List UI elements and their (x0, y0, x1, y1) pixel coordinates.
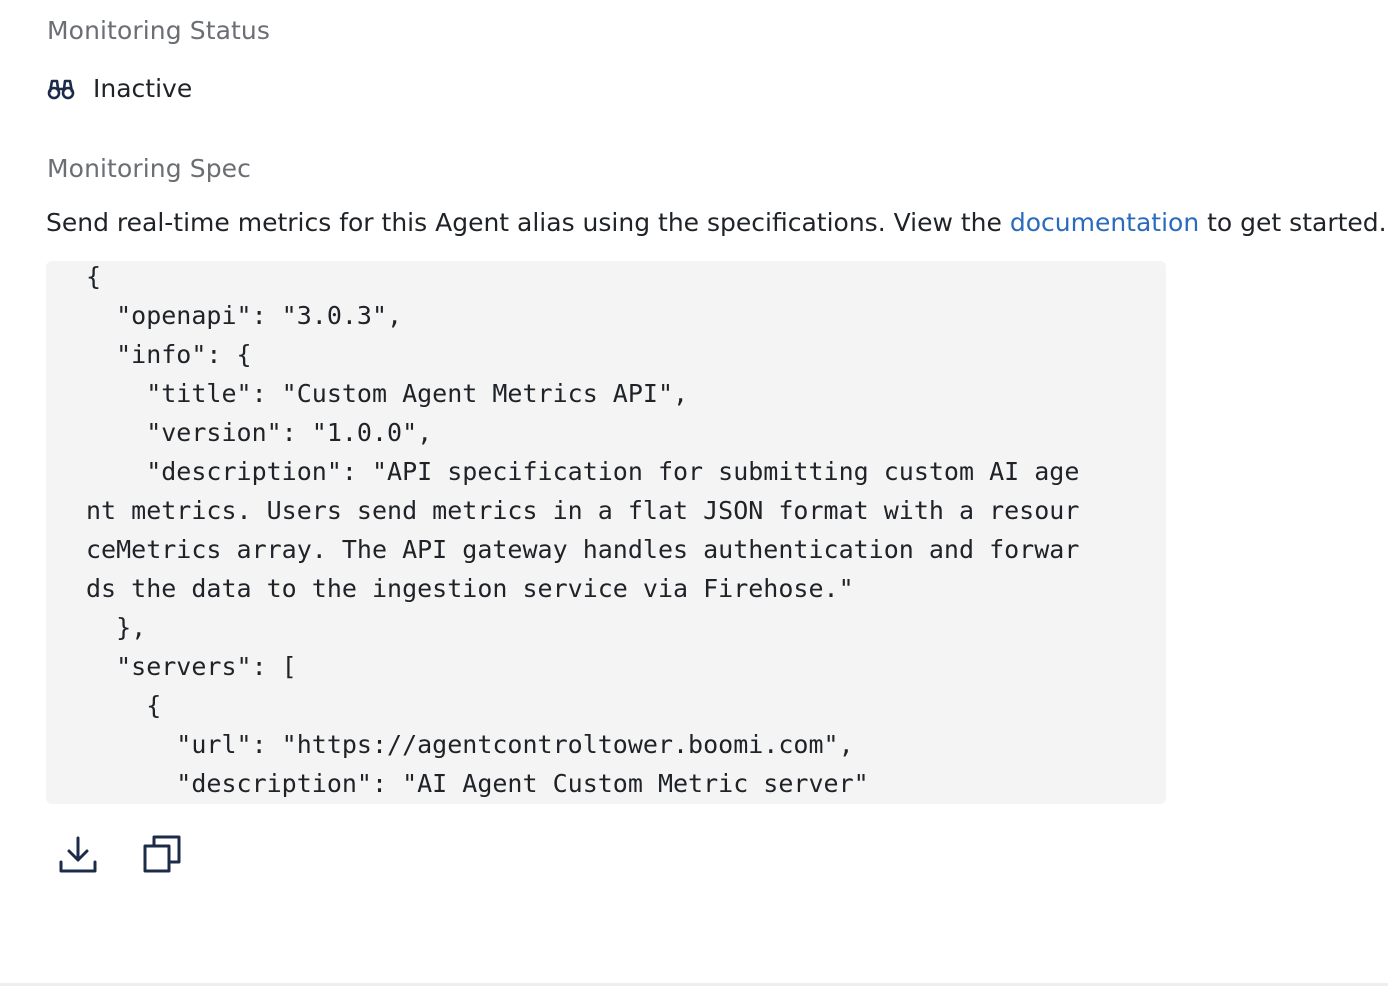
description-text-after: to get started. (1199, 208, 1387, 237)
code-line: "description": "API specification for su… (86, 457, 1080, 486)
description-text-before: Send real-time metrics for this Agent al… (46, 208, 1010, 237)
monitoring-status-row: Inactive (47, 74, 192, 103)
download-icon (58, 834, 98, 878)
monitoring-spec-label: Monitoring Spec (47, 154, 252, 183)
copy-icon (142, 834, 182, 878)
copy-button[interactable] (140, 834, 184, 878)
code-line: { (86, 691, 162, 720)
spec-code-text: { "openapi": "3.0.3", "info": { "title":… (86, 261, 1079, 803)
code-line: "openapi": "3.0.3", (86, 301, 403, 330)
spec-actions (56, 834, 184, 878)
code-line: "description": "AI Agent Custom Metric s… (86, 769, 869, 798)
code-line: { (86, 262, 102, 291)
code-line: "info": { (86, 340, 252, 369)
code-line: }, (86, 613, 147, 642)
code-line: ds the data to the ingestion service via… (86, 574, 854, 603)
code-line: "version": "1.0.0", (86, 418, 433, 447)
monitoring-status-label: Monitoring Status (47, 16, 271, 45)
download-button[interactable] (56, 834, 100, 878)
binoculars-icon (47, 78, 75, 100)
monitoring-spec-description: Send real-time metrics for this Agent al… (46, 208, 1387, 237)
documentation-link[interactable]: documentation (1010, 208, 1199, 237)
code-line: nt metrics. Users send metrics in a flat… (86, 496, 1080, 525)
code-line: ceMetrics array. The API gateway handles… (86, 535, 1080, 564)
monitoring-status-value: Inactive (93, 74, 193, 103)
code-line: "url": "https://agentcontroltower.boomi.… (86, 730, 854, 759)
code-line: "title": "Custom Agent Metrics API", (86, 379, 689, 408)
code-line: "servers": [ (86, 652, 297, 681)
spec-code-block[interactable]: { "openapi": "3.0.3", "info": { "title":… (46, 261, 1166, 804)
